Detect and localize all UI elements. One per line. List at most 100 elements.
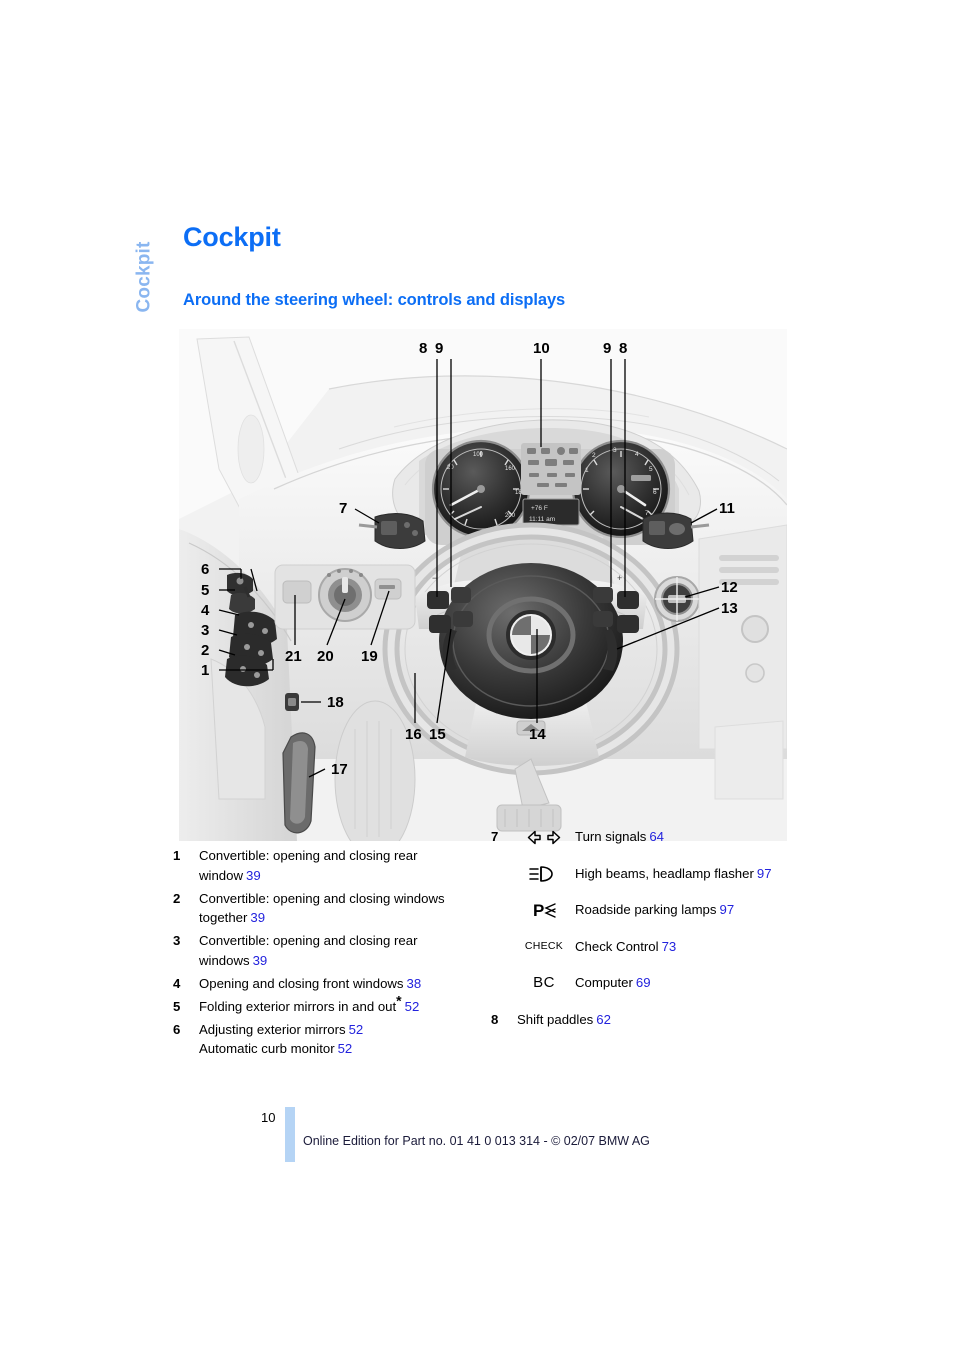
legend-label: Computer69: [575, 973, 791, 993]
svg-text:17: 17: [331, 761, 348, 778]
page-reference[interactable]: 39: [250, 910, 265, 925]
svg-text:200: 200: [505, 513, 516, 519]
page-reference[interactable]: 62: [596, 1012, 611, 1027]
page-reference[interactable]: 52: [405, 999, 420, 1014]
legend-line: Folding exterior mirrors in and out: [199, 999, 396, 1014]
page-reference[interactable]: 73: [662, 939, 677, 954]
legend-item: 2 Convertible: opening and closing windo…: [173, 889, 473, 928]
legend-label: High beams, headlamp flasher97: [575, 864, 791, 884]
legend-line: Turn signals: [575, 829, 646, 844]
check-control-icon: CHECK: [517, 937, 571, 957]
legend-label: Shift paddles62: [517, 1010, 791, 1030]
legend-line: Convertible: opening and closing rear: [199, 848, 417, 863]
page-number: 10: [261, 1110, 275, 1125]
turn-signals-icon: [517, 827, 571, 847]
svg-text:160: 160: [505, 466, 516, 472]
legend-label: Turn signals64: [575, 827, 791, 847]
legend-label: Adjusting exterior mirrors52 Automatic c…: [199, 1020, 473, 1059]
svg-text:100: 100: [473, 452, 484, 458]
legend-item: 4 Opening and closing front windows38: [173, 974, 473, 994]
legend-line: Roadside parking lamps: [575, 902, 716, 917]
svg-text:9: 9: [603, 340, 611, 357]
footer-accent-bar: [285, 1107, 295, 1162]
legend-item: Turn signals64: [517, 827, 791, 847]
svg-text:20: 20: [317, 648, 334, 665]
page-reference[interactable]: 69: [636, 975, 651, 990]
legend-item: 1 Convertible: opening and closing rear …: [173, 846, 473, 885]
legend-line: window: [199, 868, 243, 883]
svg-text:3: 3: [201, 622, 209, 639]
svg-text:6: 6: [653, 489, 657, 496]
legend-label: Roadside parking lamps97: [575, 900, 791, 920]
svg-text:10: 10: [533, 340, 550, 357]
optional-equipment-marker: *: [396, 992, 401, 1008]
page-reference[interactable]: 39: [246, 868, 261, 883]
roadside-parking-lamps-icon: P: [517, 900, 571, 920]
legend-line: Opening and closing front windows: [199, 976, 404, 991]
page-reference[interactable]: 97: [757, 866, 772, 881]
legend-line: Computer: [575, 975, 633, 990]
svg-text:4: 4: [635, 451, 639, 458]
legend-label: Convertible: opening and closing rear wi…: [199, 846, 473, 885]
page-reference[interactable]: 39: [253, 953, 268, 968]
legend-label: Convertible: opening and closing rear wi…: [199, 931, 473, 970]
legend-item: 3 Convertible: opening and closing rear …: [173, 931, 473, 970]
legend-item: 8 Shift paddles62: [491, 1010, 791, 1030]
svg-text:19: 19: [361, 648, 378, 665]
legend-number: 4: [173, 974, 199, 994]
svg-text:5: 5: [201, 582, 209, 599]
svg-text:8: 8: [619, 340, 627, 357]
page-title: Cockpit: [183, 222, 281, 253]
svg-text:7: 7: [339, 500, 347, 517]
page-reference[interactable]: 52: [338, 1041, 353, 1056]
computer-glyph: BC: [533, 973, 555, 993]
footer-text: Online Edition for Part no. 01 41 0 013 …: [303, 1134, 650, 1148]
svg-text:P: P: [533, 901, 544, 919]
legend-item: P Roadside parking lamps97: [517, 900, 791, 920]
svg-text:14: 14: [529, 726, 546, 743]
legend-line: Check Control: [575, 939, 659, 954]
svg-text:1: 1: [585, 467, 589, 474]
svg-text:6: 6: [201, 561, 209, 578]
legend-line: windows: [199, 953, 250, 968]
page-reference[interactable]: 52: [349, 1022, 364, 1037]
svg-text:2: 2: [201, 642, 209, 659]
svg-text:9: 9: [435, 340, 443, 357]
legend-number: 8: [491, 1010, 517, 1030]
svg-text:4: 4: [201, 602, 210, 619]
legend-line: Convertible: opening and closing windows: [199, 891, 445, 906]
legend-column-left: 1 Convertible: opening and closing rear …: [173, 846, 473, 1062]
cockpit-illustration: 20 100 160 180 200 1 2 3 4 5 6 7: [179, 329, 787, 841]
section-title: Around the steering wheel: controls and …: [183, 291, 565, 310]
legend-item: CHECK Check Control73: [517, 937, 791, 957]
legend-line: Adjusting exterior mirrors: [199, 1022, 346, 1037]
chapter-tab: Cockpit: [128, 222, 162, 362]
legend-label: Folding exterior mirrors in and out*52: [199, 997, 473, 1017]
legend-label: Opening and closing front windows38: [199, 974, 473, 994]
svg-text:+76 F: +76 F: [531, 505, 548, 512]
legend-line: together: [199, 910, 247, 925]
legend-line: High beams, headlamp flasher: [575, 866, 754, 881]
legend-number: 5: [173, 997, 199, 1017]
legend-number: 2: [173, 889, 199, 909]
svg-text:11:11 am: 11:11 am: [529, 516, 555, 523]
legend-item: High beams, headlamp flasher97: [517, 864, 791, 884]
svg-text:+: +: [617, 573, 622, 583]
page-reference[interactable]: 64: [649, 829, 664, 844]
legend-column-right: 7 Turn signals64: [491, 846, 791, 1033]
svg-text:18: 18: [327, 694, 344, 711]
legend-line: Shift paddles: [517, 1012, 593, 1027]
legend-line: Automatic curb monitor: [199, 1041, 335, 1056]
legend-label: Convertible: opening and closing windows…: [199, 889, 473, 928]
svg-text:5: 5: [649, 466, 653, 473]
legend-number: 1: [173, 846, 199, 866]
page-reference[interactable]: 38: [407, 976, 422, 991]
svg-text:11: 11: [719, 500, 735, 517]
svg-text:15: 15: [429, 726, 446, 743]
legend-item: BC Computer69: [517, 973, 791, 993]
high-beam-icon: [517, 864, 571, 884]
svg-text:8: 8: [419, 340, 427, 357]
legend-number: 7: [491, 827, 498, 847]
page-reference[interactable]: 97: [719, 902, 734, 917]
legend-item: 5 Folding exterior mirrors in and out*52: [173, 997, 473, 1017]
